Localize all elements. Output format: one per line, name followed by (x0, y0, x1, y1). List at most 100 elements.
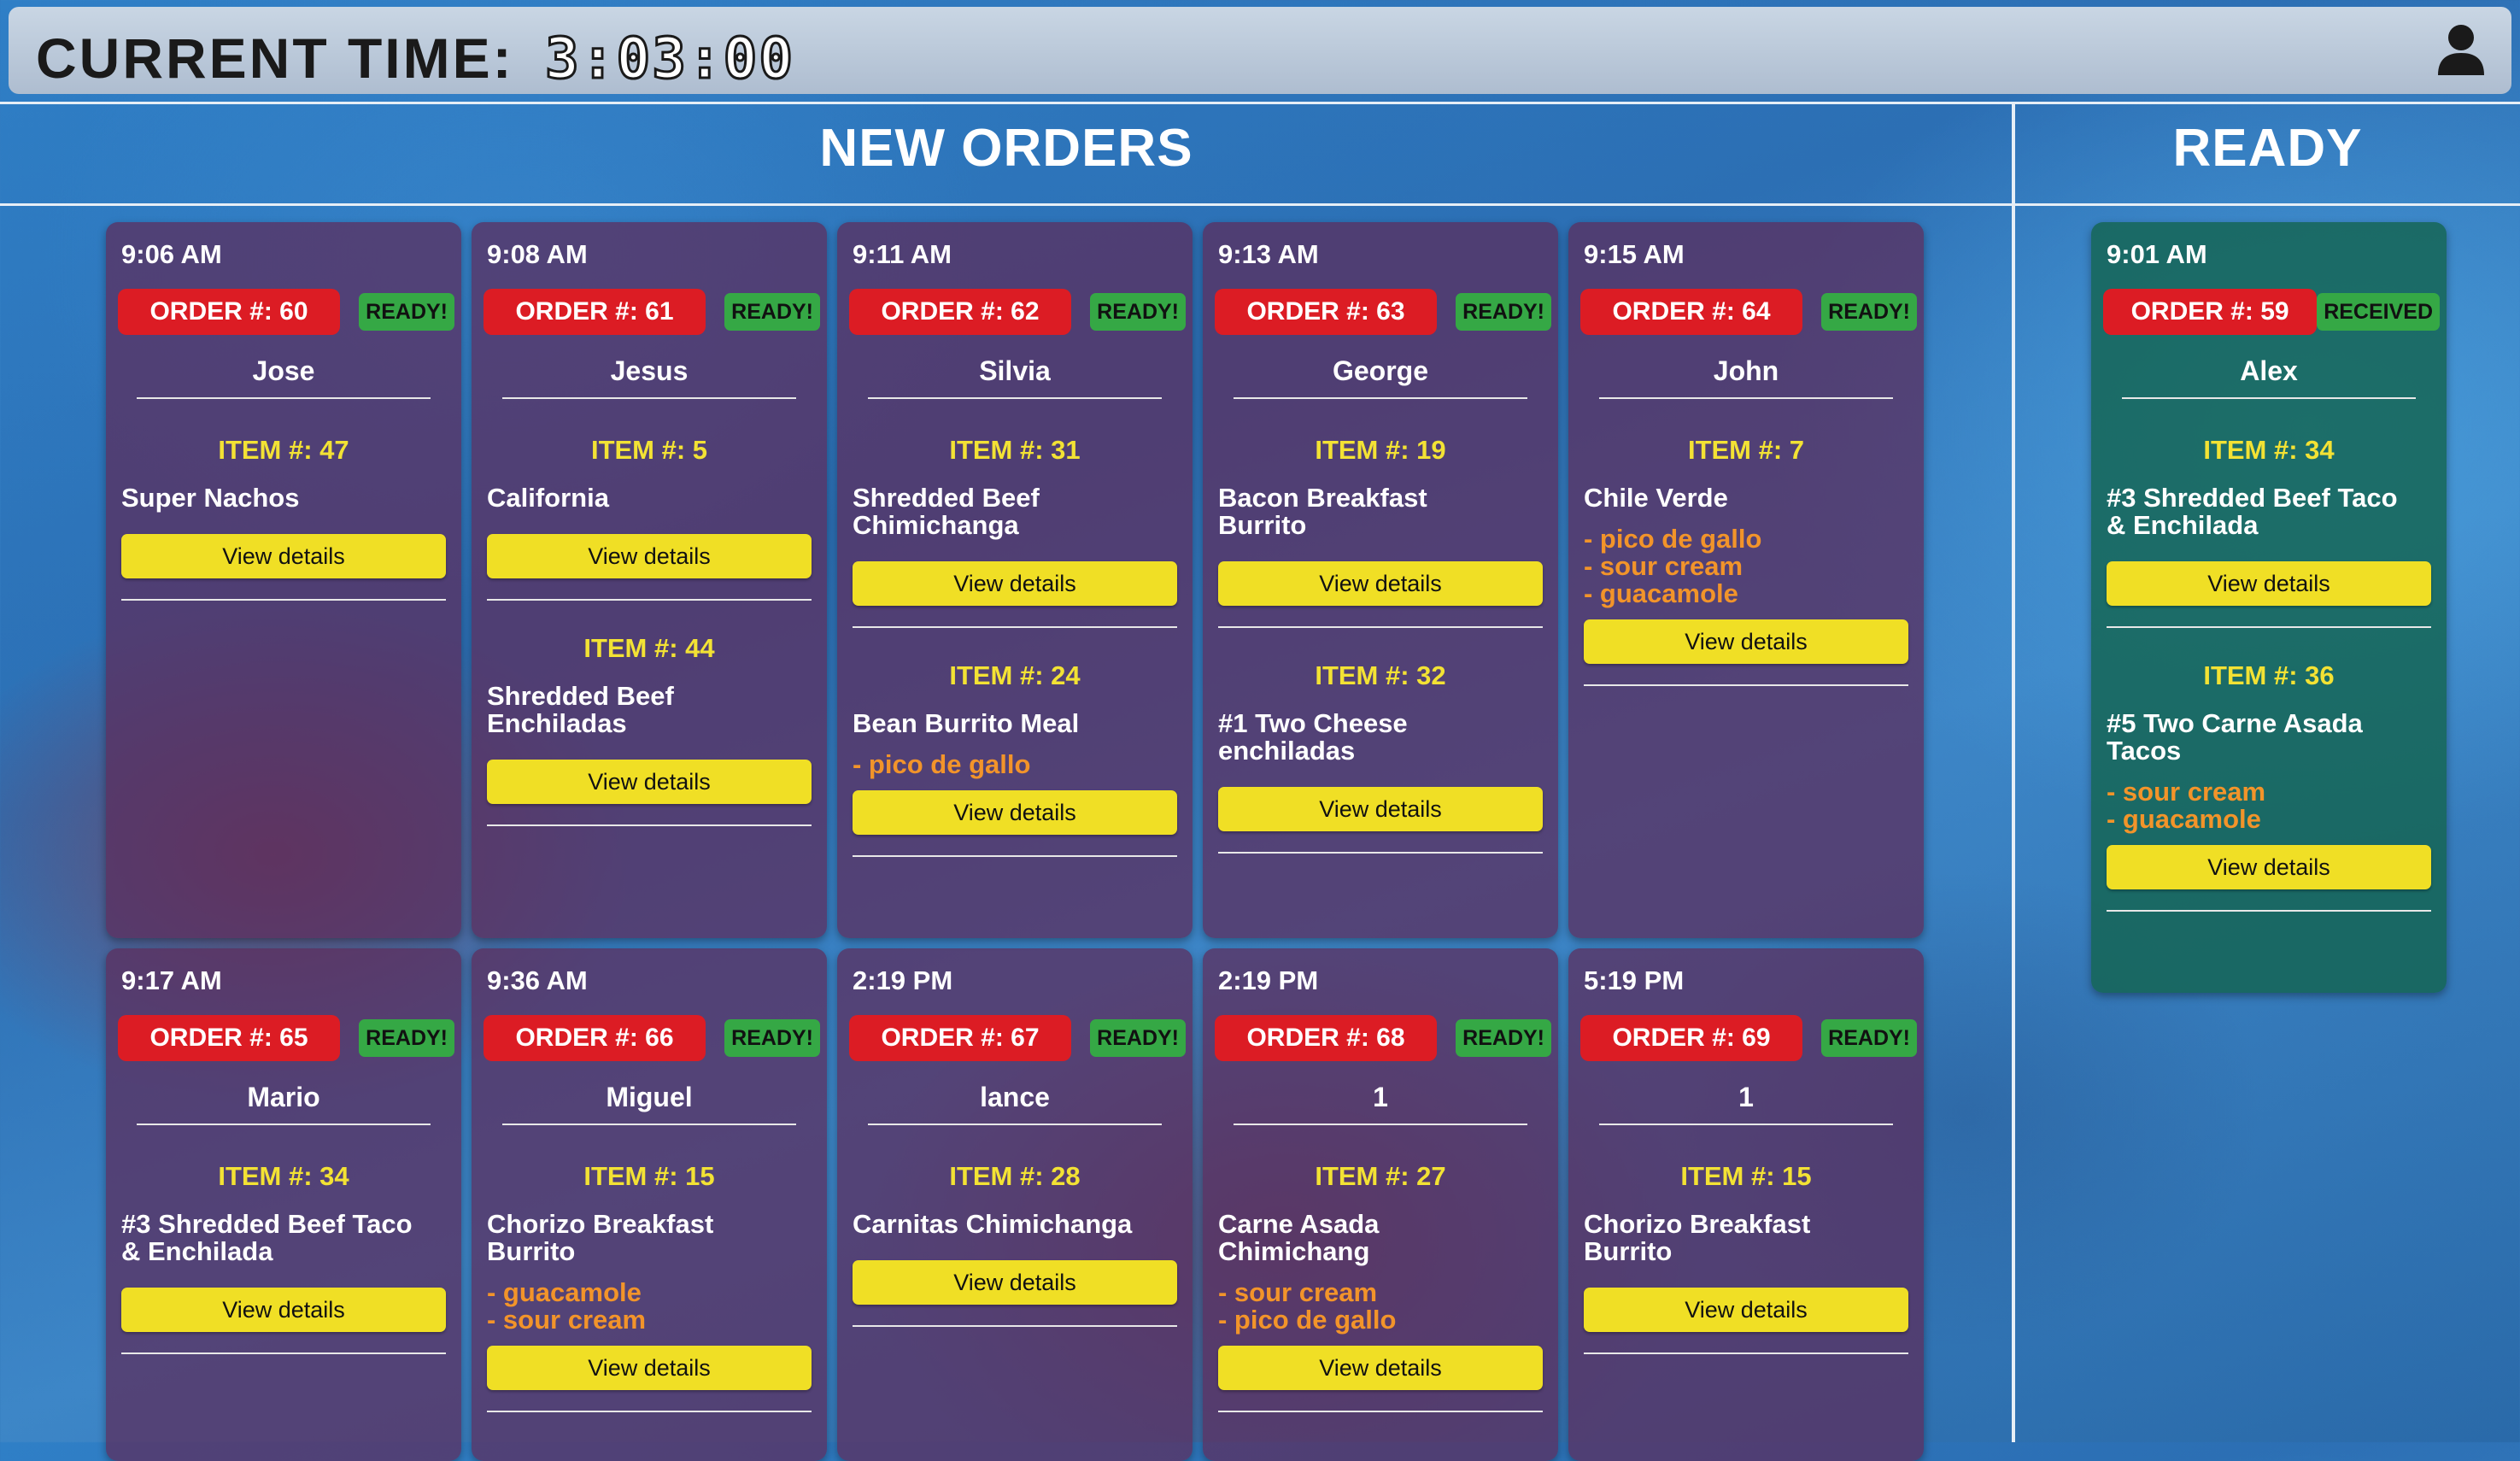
order-time: 9:13 AM (1218, 239, 1319, 269)
customer-name: John (1599, 355, 1893, 399)
ready-button[interactable]: READY! (724, 293, 820, 331)
item-divider (1218, 852, 1543, 854)
ready-button[interactable]: READY! (1821, 293, 1917, 331)
current-time-value: 3:03:00 (543, 25, 795, 93)
item-name: Bacon Breakfast Burrito (1218, 483, 1427, 540)
view-details-button[interactable]: View details (2107, 561, 2431, 606)
item-number: ITEM #: 32 (1315, 660, 1446, 690)
customer-name: Mario (137, 1082, 431, 1125)
received-button[interactable]: RECEIVED (2317, 293, 2440, 331)
item-number: ITEM #: 31 (949, 435, 1081, 465)
modifier: - guacamole (487, 1277, 642, 1307)
view-details-button[interactable]: View details (2107, 845, 2431, 889)
section-title-divider (0, 203, 2520, 206)
item-name: Super Nachos (121, 483, 300, 513)
view-details-button[interactable]: View details (853, 561, 1177, 606)
view-details-button[interactable]: View details (1584, 1288, 1908, 1332)
item-name: Chile Verde (1584, 483, 1728, 513)
item-number: ITEM #: 15 (1680, 1161, 1812, 1191)
item-divider (1584, 684, 1908, 686)
view-details-button[interactable]: View details (487, 1346, 812, 1390)
order-badges: ORDER #: 66 READY! (483, 1015, 820, 1061)
user-icon[interactable] (2433, 22, 2489, 79)
item-modifiers: - sour cream - guacamole (2107, 778, 2431, 833)
item-number: ITEM #: 47 (218, 435, 349, 465)
ready-button[interactable]: READY! (359, 1019, 454, 1057)
item-divider (1218, 626, 1543, 628)
item-divider (1218, 1411, 1543, 1412)
order-badges: ORDER #: 65 READY! (118, 1015, 454, 1061)
ready-button[interactable]: READY! (1456, 293, 1551, 331)
order-number-badge: ORDER #: 69 (1580, 1015, 1802, 1061)
view-details-button[interactable]: View details (1218, 787, 1543, 831)
order-badges: ORDER #: 60 READY! (118, 289, 454, 335)
order-time: 9:11 AM (853, 239, 952, 269)
item-number: ITEM #: 34 (2203, 435, 2335, 465)
modifier: - guacamole (2107, 804, 2261, 834)
item-name: Bean Burrito Meal (853, 708, 1080, 738)
order-time: 2:19 PM (1218, 965, 1319, 995)
item-name: Carnitas Chimichanga (853, 1209, 1133, 1239)
order-card: 9:08 AM ORDER #: 61 READY! Jesus ITEM #: 5 Ca… (472, 222, 827, 938)
order-number-badge: ORDER #: 62 (849, 289, 1071, 335)
order-number-badge: ORDER #: 61 (483, 289, 706, 335)
view-details-button[interactable]: View details (853, 790, 1177, 835)
item-modifiers: - pico de gallo (853, 751, 1177, 778)
item-modifiers: - sour cream - pico de gallo (1218, 1279, 1543, 1334)
ready-button[interactable]: READY! (1090, 293, 1186, 331)
order-number-badge: ORDER #: 64 (1580, 289, 1802, 335)
item-name: Chorizo Breakfast Burrito (487, 1209, 714, 1266)
item-modifiers: - guacamole - sour cream (487, 1279, 812, 1334)
view-details-button[interactable]: View details (1218, 1346, 1543, 1390)
modifier: - sour cream (487, 1305, 647, 1335)
view-details-button[interactable]: View details (853, 1260, 1177, 1305)
item-number: ITEM #: 15 (583, 1161, 715, 1191)
item-divider (487, 824, 812, 826)
item-divider (487, 599, 812, 601)
order-card: 9:15 AM ORDER #: 64 READY! John ITEM #: 7 Chi… (1568, 222, 1924, 938)
item-name: California (487, 483, 609, 513)
view-details-button[interactable]: View details (1584, 619, 1908, 664)
modifier: - pico de gallo (853, 749, 1031, 779)
customer-name: George (1234, 355, 1527, 399)
order-badges: ORDER #: 64 READY! (1580, 289, 1917, 335)
modifier: - sour cream (1218, 1277, 1378, 1307)
modifier: - sour cream (2107, 777, 2266, 807)
view-details-button[interactable]: View details (487, 760, 812, 804)
item-number: ITEM #: 44 (583, 633, 715, 663)
view-details-button[interactable]: View details (121, 534, 446, 578)
item-name: Shredded Beef Chimichanga (853, 483, 1040, 540)
view-details-button[interactable]: View details (1218, 561, 1543, 606)
item-number: ITEM #: 27 (1315, 1161, 1446, 1191)
order-badges: ORDER #: 62 READY! (849, 289, 1186, 335)
item-divider (121, 599, 446, 601)
order-number-badge: ORDER #: 68 (1215, 1015, 1437, 1061)
item-name: #3 Shredded Beef Taco & Enchilada (121, 1209, 413, 1266)
view-details-button[interactable]: View details (121, 1288, 446, 1332)
item-divider (2107, 626, 2431, 628)
order-time: 9:08 AM (487, 239, 588, 269)
ready-button[interactable]: READY! (359, 293, 454, 331)
modifier: - pico de gallo (1584, 524, 1762, 554)
ready-button[interactable]: READY! (724, 1019, 820, 1057)
column-divider (2012, 104, 2015, 1442)
modifier: - sour cream (1584, 551, 1743, 581)
order-number-badge: ORDER #: 66 (483, 1015, 706, 1061)
ready-button[interactable]: READY! (1821, 1019, 1917, 1057)
item-number: ITEM #: 7 (1687, 435, 1805, 465)
customer-name: Jose (137, 355, 431, 399)
ready-button[interactable]: READY! (1456, 1019, 1551, 1057)
item-number: ITEM #: 34 (218, 1161, 349, 1191)
customer-name: Alex (2122, 355, 2416, 399)
order-badges: ORDER #: 69 READY! (1580, 1015, 1917, 1061)
item-divider (853, 1325, 1177, 1327)
new-orders-title: NEW ORDERS (819, 119, 1193, 178)
customer-name: lance (868, 1082, 1162, 1125)
order-card: 9:13 AM ORDER #: 63 READY! George ITEM #: 19… (1203, 222, 1558, 938)
item-name: Chorizo Breakfast Burrito (1584, 1209, 1811, 1266)
order-badges: ORDER #: 63 READY! (1215, 289, 1551, 335)
order-number-badge: ORDER #: 63 (1215, 289, 1437, 335)
item-modifiers: - pico de gallo - sour cream - guacamole (1584, 525, 1908, 607)
ready-button[interactable]: READY! (1090, 1019, 1186, 1057)
view-details-button[interactable]: View details (487, 534, 812, 578)
